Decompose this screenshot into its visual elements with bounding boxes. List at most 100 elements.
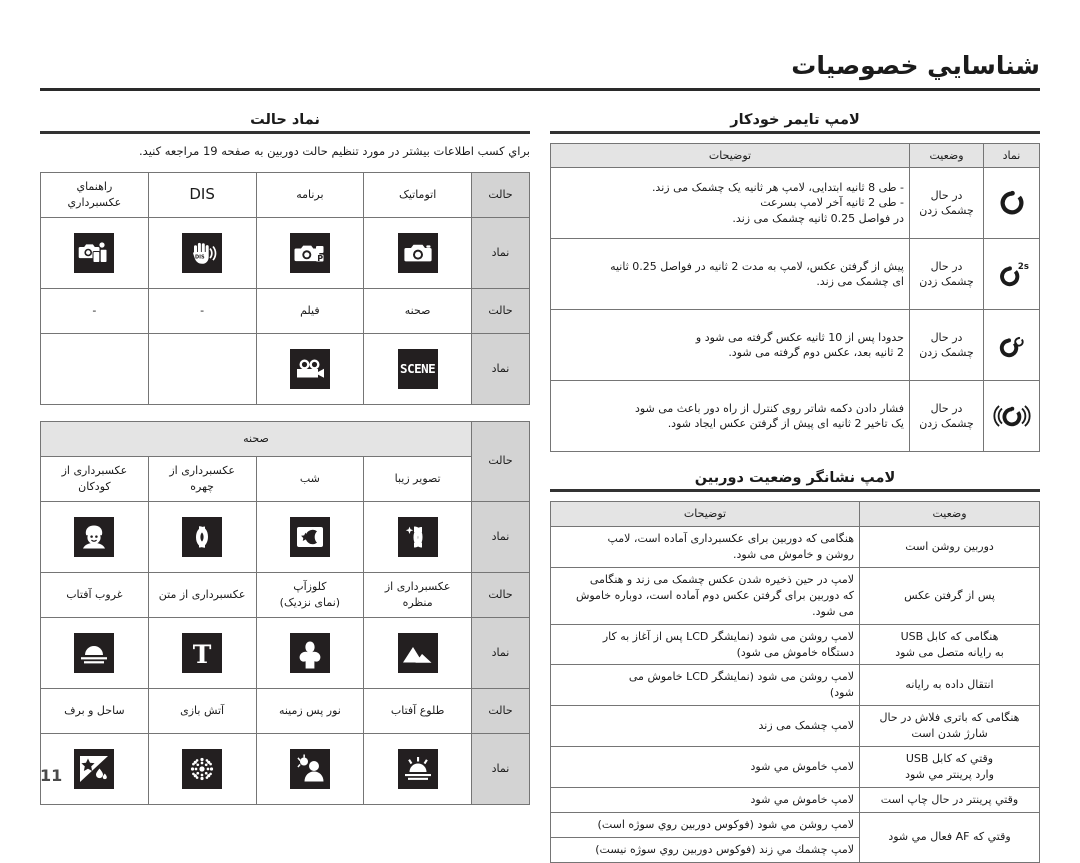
scene-name-sunset: غروب آفتاب [40, 571, 149, 618]
description-value: لامپ خاموش مي شود [550, 746, 860, 789]
table-header-row: وضعیت توضیحات [550, 500, 1040, 527]
children-icon-cell [40, 500, 149, 573]
section-divider-1 [550, 131, 1040, 134]
description-line: لامپ در حین ذخیره شدن عکس چشمک می زند و … [589, 572, 854, 586]
row-label-mode: حالت [471, 287, 530, 334]
description-value: حدودا پس از 10 ثانیه عکس گرفته می شود و … [550, 309, 910, 382]
section-divider-3 [40, 131, 530, 134]
scene-name-landscape: عکسبرداری از منظره [363, 571, 472, 618]
hand-dis-icon: DIS [182, 232, 223, 273]
camera-program-icon: P [289, 232, 330, 273]
section-divider-2 [550, 489, 1040, 492]
mode-name-empty-1: - [147, 287, 257, 334]
mode-label-line: DIS [189, 184, 215, 203]
table-row: وقتي که کابل USB وارد پرینتر مي شود لامپ… [550, 746, 1040, 789]
description-line: لامپ روشن مي شود (فوکوس دوربین روي سوژه … [597, 818, 854, 831]
scene-name-night: شب [255, 455, 365, 502]
svg-text:P: P [317, 254, 323, 263]
description-line: دستگاه خاموش می شود) [736, 645, 854, 659]
status-line-2: چشمک زدن [919, 346, 974, 360]
table-row-mode-labels: حالت صحنه فیلم - - [40, 287, 530, 334]
scene-word-icon: SCENE [397, 348, 438, 389]
empty-icon-cell-1 [147, 332, 257, 405]
mode-label-line: تصویر زیبا [394, 471, 441, 485]
status-value: در حال چشمک زدن [909, 309, 984, 382]
mode-label-line: صحنه [404, 303, 431, 317]
page-header: شناسايي خصوصيات [40, 52, 1040, 91]
description-line: 2 ثانیه بعد، عکس دوم گرفته می شود. [728, 346, 904, 360]
sunrise-icon [397, 748, 438, 789]
description-line: لامپ چشمک می زند [758, 719, 854, 733]
table-row-scene-icons: نماد [40, 500, 530, 573]
table-row-mode-labels: حالت اتوماتیک برنامه DIS راهنماي عکسبردا… [40, 171, 530, 218]
status-line-1: در حال [930, 401, 963, 415]
self-timer-lamp-table: نماد وضعیت توضیحات در حال چشمک زدن - طی [550, 142, 1040, 453]
header-divider [40, 87, 1040, 91]
description-value: لامپ چشمک می زند [550, 705, 860, 748]
status-line: انتقال داده به رایانه [905, 678, 994, 692]
mode-label-line: منظره [402, 595, 433, 609]
row-label-symbol: نماد [471, 732, 530, 805]
status-line: وقتي که AF فعال مي شود [888, 830, 1011, 844]
scene-name-portrait: عکسبرداری از چهره [147, 455, 257, 502]
self-timer-10s-icon [983, 167, 1040, 240]
mode-label-line: عکسبرداری از [169, 463, 235, 477]
description-line: لامپ خاموش مي شود [750, 793, 854, 807]
status-value: وقتي پرینتر در حال چاپ است [859, 787, 1040, 813]
status-value: در حال چشمک زدن [909, 238, 984, 311]
scene-word-text: SCENE [400, 360, 436, 376]
scene-name-text: عکسبرداری از متن [147, 571, 257, 618]
description-line: لامپ روشن می شود (نمایشگر LCD خاموش می [628, 670, 854, 684]
table-row-mode-icons: نماد P DIS [40, 216, 530, 289]
portrait-icon-cell [147, 500, 257, 573]
table-row: در حال چشمک زدن - طی 8 ثانیه ابتدایی، لا… [550, 167, 1040, 240]
status-value: وقتي که AF فعال مي شود [859, 812, 1040, 863]
description-line: در فواصل 0.25 ثانیه چشمک می زند. [732, 212, 904, 226]
mode-label-line: عکسبرداری از [61, 463, 128, 477]
status-value: هنگامی که باتری فلاش در حال شارژ شدن است [859, 705, 1040, 748]
portrait-icon [182, 516, 223, 557]
mode-label-line: عکسبرداری از متن [158, 587, 246, 601]
night-icon [289, 516, 330, 557]
row-label-mode: حالت [471, 571, 530, 618]
column-header-status: وضعیت [909, 142, 984, 169]
mode-label-line: عکسبرداري [67, 195, 122, 209]
table-row: دوربین روشن است هنگامی که دوربین برای عک… [550, 525, 1040, 568]
svg-text:2s: 2s [1017, 262, 1028, 272]
description-line: ای چشمک می زند. [816, 275, 904, 289]
photo-help-guide-icon-cell [40, 216, 149, 289]
scene-word-icon-cell: SCENE [363, 332, 472, 405]
right-column: لامپ تايمر خودكار نماد وضعیت توضیحات در … [550, 112, 1040, 863]
description-line: هنگامی که دوربین برای عکسبرداری آماده اس… [607, 531, 854, 545]
description-value: لامپ در حین ذخیره شدن عکس چشمک می زند و … [550, 566, 860, 625]
mode-label-line: کودکان [78, 479, 111, 493]
camera-status-lamp-table: وضعیت توضیحات دوربین روشن است هنگامی که … [550, 500, 1040, 863]
table-row-mode-labels: حالت عکسبرداری از منظره کلوزآپ (نمای نزد… [40, 571, 530, 618]
description-line: - طی 2 ثانیه آخر لامپ بسرعت [760, 196, 904, 210]
beauty-shot-icon [397, 516, 438, 557]
status-line: هنگامی که باتری فلاش در حال [879, 711, 1020, 725]
table-row-mode-labels: تصویر زیبا شب عکسبرداری از چهره عکسبردار… [40, 455, 530, 502]
description-line: پیش از گرفتن عکس، لامپ به مدت 2 ثانیه در… [610, 259, 904, 273]
row-label-symbol: نماد [471, 332, 530, 405]
description-line: لامپ چشمك مي زند (فوکوس دوربین روي سوژه … [595, 842, 854, 856]
mode-name-program: برنامه [255, 171, 365, 218]
status-line: وقتي پرینتر در حال چاپ است [880, 793, 1019, 807]
description-line: لامپ روشن می شود (نمایشگر LCD پس از آغاز… [602, 629, 854, 643]
scene-name-fireworks: آتش بازی [147, 687, 257, 734]
status-line: شارژ شدن است [911, 727, 988, 741]
mode-label-line: غروب آفتاب [66, 587, 123, 601]
description-line: لامپ خاموش مي شود [750, 760, 854, 774]
status-line-2: چشمک زدن [919, 204, 974, 218]
sunrise-icon-cell [363, 732, 472, 805]
beauty-shot-icon-cell [363, 500, 472, 573]
beach-snow-icon [74, 748, 115, 789]
svg-text:DIS: DIS [195, 254, 205, 260]
description-value: - طی 8 ثانیه ابتدایی، لامپ هر ثانیه یک چ… [550, 167, 910, 240]
table-row-mode-icons: نماد SCENE [40, 332, 530, 405]
table-row: وقتي که AF فعال مي شود لامپ روشن مي شود … [550, 812, 1040, 863]
description-line: روشن و خاموش می شود. [732, 547, 854, 561]
description-value: لامپ چشمك مي زند (فوکوس دوربین روي سوژه … [550, 836, 860, 863]
mode-label-line: طلوع آفتاب [390, 703, 445, 717]
description-line: - طی 8 ثانیه ابتدایی، لامپ هر ثانیه یک چ… [651, 180, 904, 194]
